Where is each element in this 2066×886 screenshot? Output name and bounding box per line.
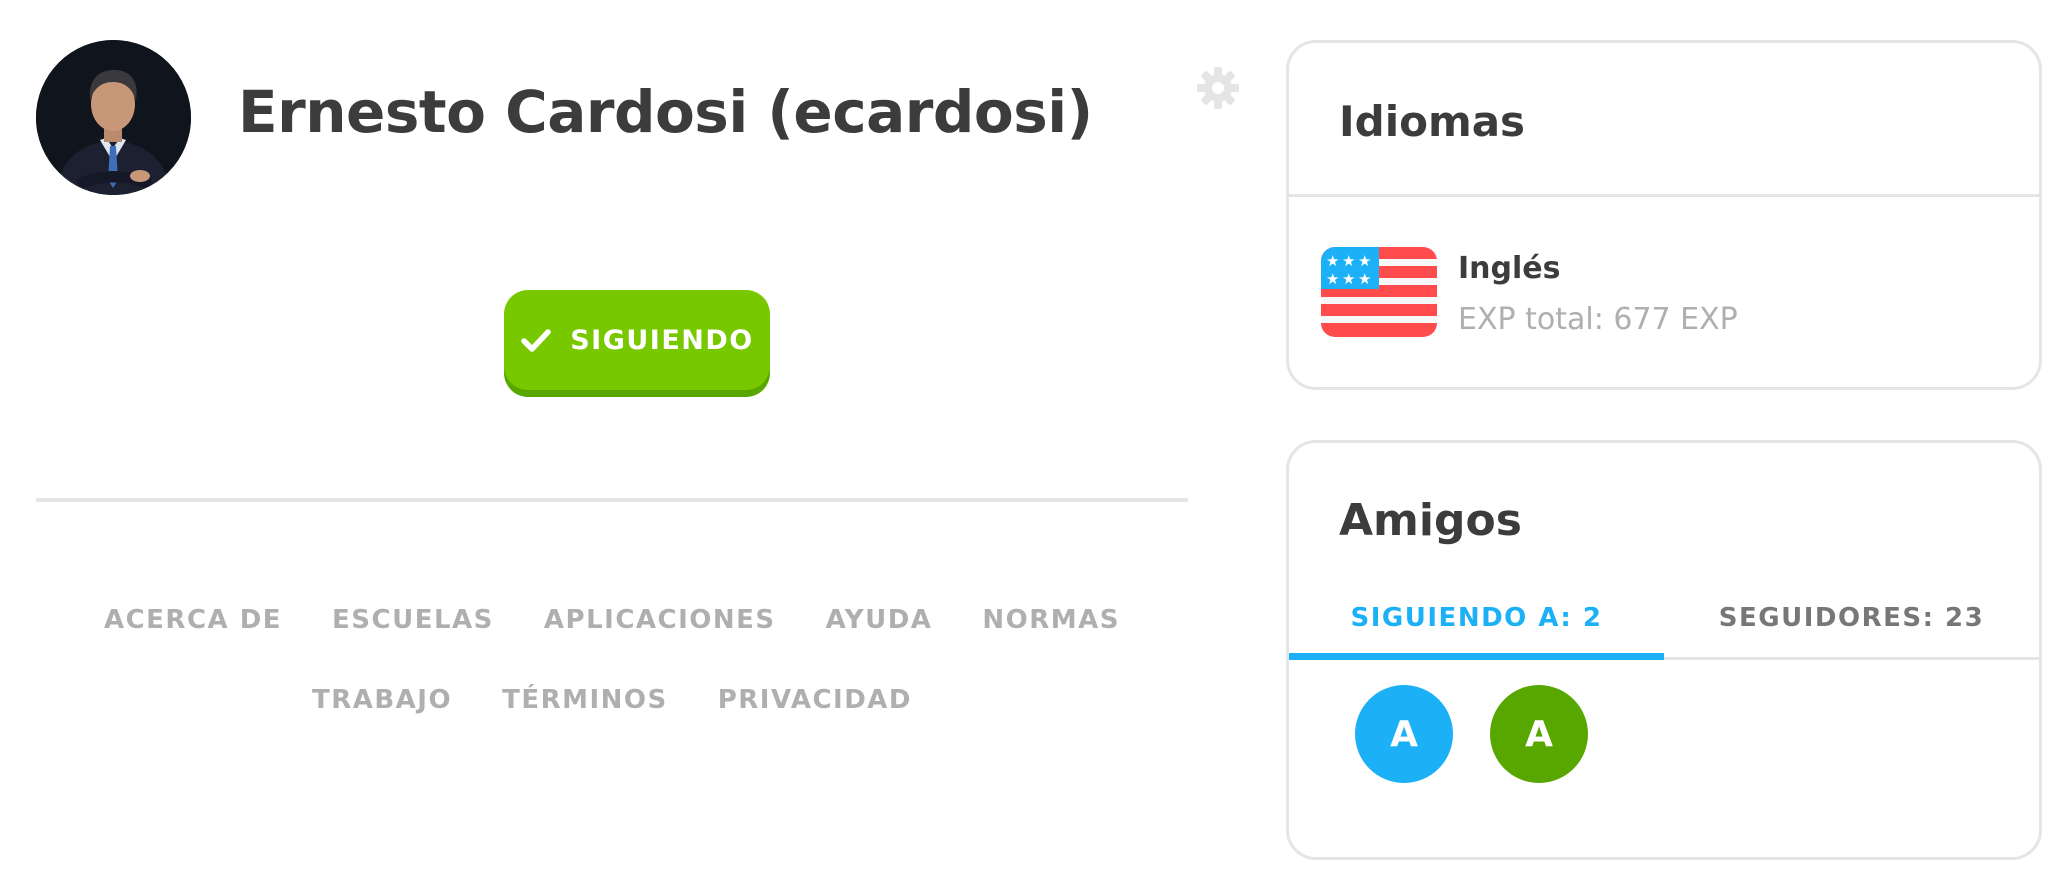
- footer-link-guidelines[interactable]: NORMAS: [982, 600, 1120, 640]
- footer-link-schools[interactable]: ESCUELAS: [332, 600, 494, 640]
- tab-following[interactable]: SIGUIENDO A: 2: [1289, 593, 1664, 660]
- language-xp: EXP total: 677 EXP: [1458, 302, 1738, 337]
- footer-link-terms[interactable]: TÉRMINOS: [502, 680, 668, 720]
- friends-card: Amigos SIGUIENDO A: 2 SEGUIDORES: 23 A A: [1286, 440, 2042, 860]
- footer-link-jobs[interactable]: TRABAJO: [312, 680, 452, 720]
- divider: [36, 498, 1188, 502]
- language-name: Inglés: [1458, 251, 1561, 286]
- footer-link-privacy[interactable]: PRIVACIDAD: [718, 680, 912, 720]
- footer-link-help[interactable]: AYUDA: [826, 600, 933, 640]
- svg-text:★: ★: [1326, 252, 1339, 270]
- profile-avatar: [36, 40, 191, 195]
- footer-links: ACERCA DE ESCUELAS APLICACIONES AYUDA NO…: [36, 600, 1188, 720]
- following-button-label: SIGUIENDO: [570, 324, 754, 356]
- languages-title: Idiomas: [1339, 97, 1526, 146]
- gear-icon[interactable]: [1196, 66, 1240, 110]
- tab-followers-label: SEGUIDORES: 23: [1718, 603, 1985, 633]
- friends-title: Amigos: [1339, 495, 1522, 546]
- footer-link-about[interactable]: ACERCA DE: [104, 600, 282, 640]
- language-item-english[interactable]: ★ ★ ★ ★ ★ ★ Inglés EXP total: 677 EXP: [1321, 247, 2001, 347]
- friend-avatar[interactable]: A: [1355, 685, 1453, 783]
- footer-link-apps[interactable]: APLICACIONES: [544, 600, 776, 640]
- following-button[interactable]: SIGUIENDO: [504, 290, 770, 390]
- friend-avatar[interactable]: A: [1490, 685, 1588, 783]
- active-tab-indicator: [1289, 653, 1664, 660]
- profile-name: Ernesto Cardosi (ecardosi): [238, 78, 1093, 146]
- svg-text:★: ★: [1358, 252, 1371, 270]
- svg-text:★: ★: [1342, 270, 1355, 288]
- tab-following-label: SIGUIENDO A: 2: [1350, 603, 1603, 633]
- svg-text:★: ★: [1342, 252, 1355, 270]
- svg-text:★: ★: [1326, 270, 1339, 288]
- card-divider: [1289, 194, 2039, 197]
- check-icon: [521, 329, 551, 352]
- tab-followers[interactable]: SEGUIDORES: 23: [1664, 593, 2039, 660]
- friends-tabs: SIGUIENDO A: 2 SEGUIDORES: 23: [1289, 593, 2039, 660]
- us-flag-icon: ★ ★ ★ ★ ★ ★: [1321, 247, 1437, 337]
- svg-text:★: ★: [1358, 270, 1371, 288]
- languages-card: Idiomas ★ ★ ★ ★ ★ ★ Inglés EXP total: 677 EX…: [1286, 40, 2042, 390]
